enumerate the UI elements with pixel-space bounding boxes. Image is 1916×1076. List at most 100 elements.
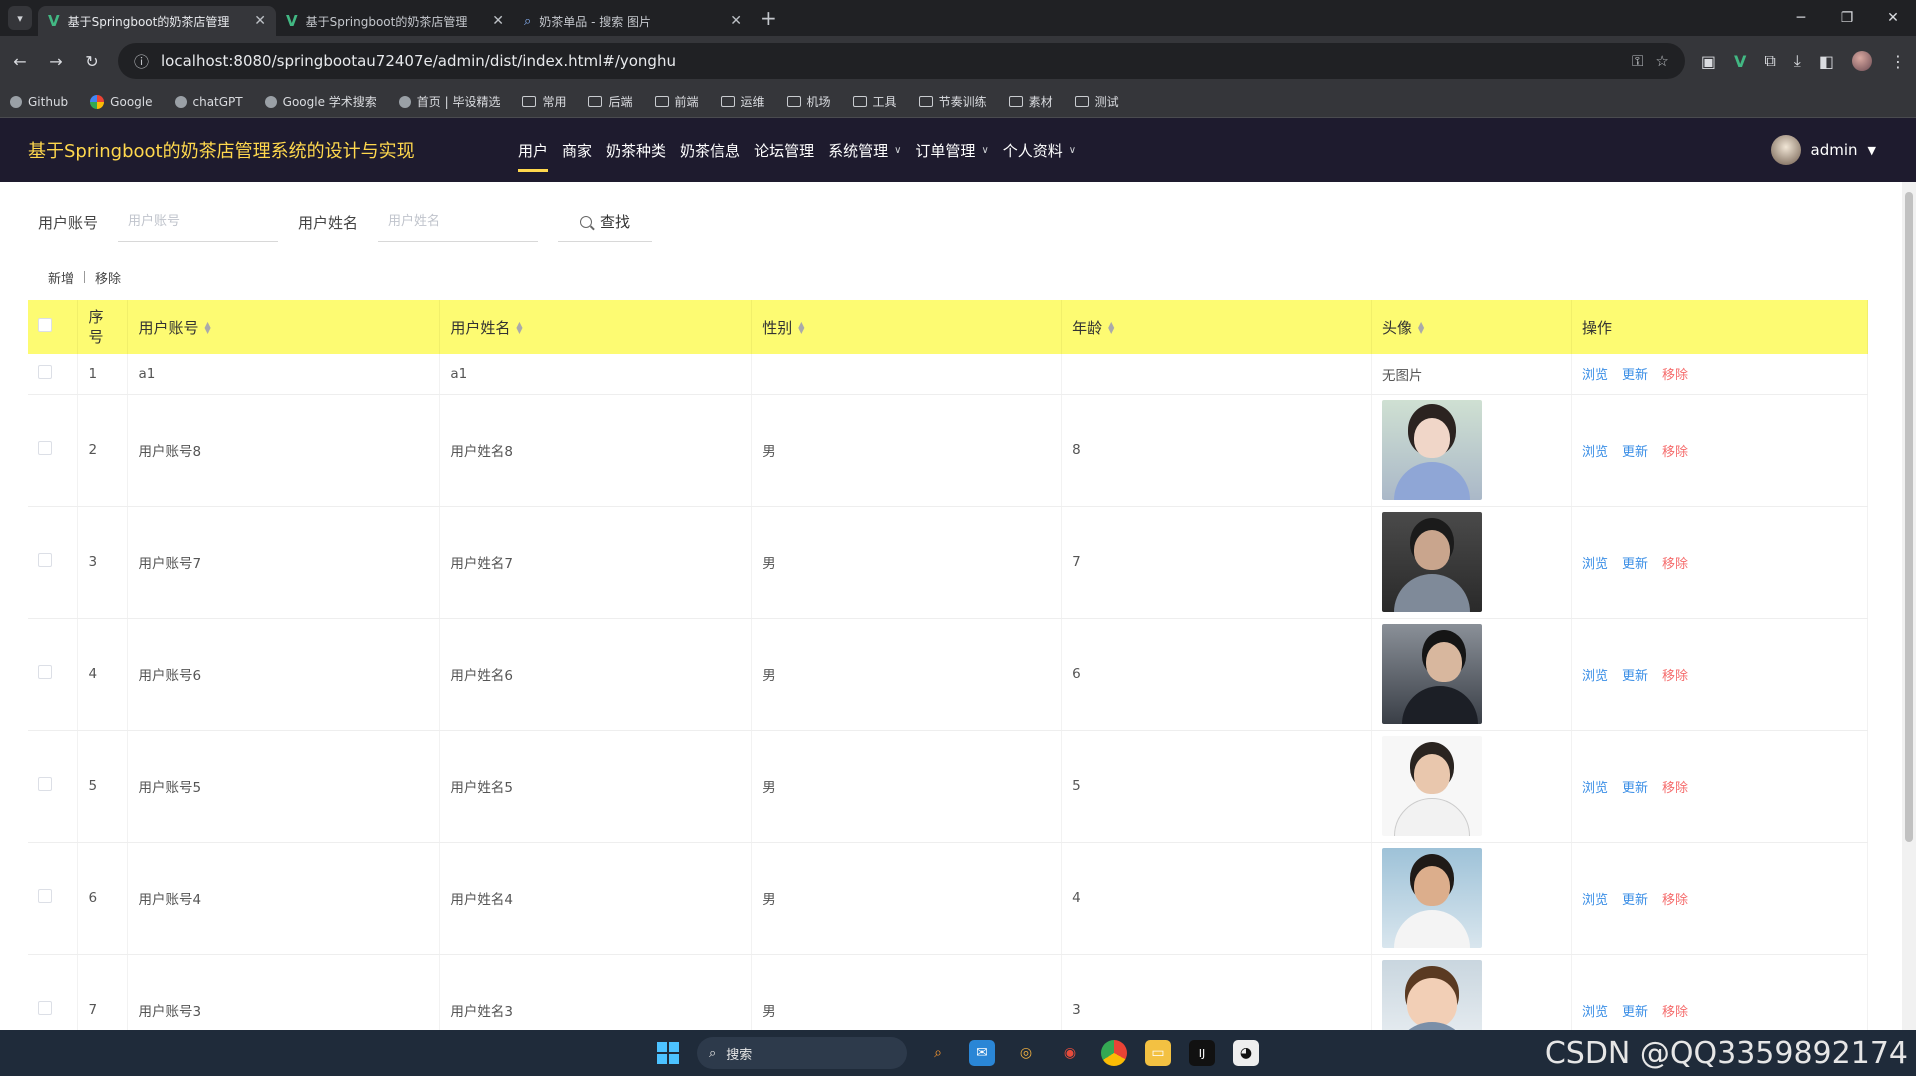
bookmark-folder[interactable]: 工具 (852, 93, 897, 110)
column-header-account[interactable]: 用户账号 ▲ ▼ (127, 300, 441, 354)
sort-icon[interactable]: ▲ ▼ (516, 321, 522, 335)
delete-button[interactable]: 移除 (1662, 557, 1688, 572)
jetbrains-icon[interactable]: IJ (1189, 1040, 1215, 1066)
view-button[interactable]: 浏览 (1582, 445, 1608, 460)
bookmark-folder[interactable]: 测试 (1074, 93, 1119, 110)
view-button[interactable]: 浏览 (1582, 893, 1608, 908)
row-checkbox[interactable] (38, 665, 52, 679)
bookmark-folder[interactable]: 运维 (720, 93, 765, 110)
nav-item-users[interactable]: 用户 (518, 118, 549, 182)
nav-item-forum[interactable]: 论坛管理 (754, 118, 814, 182)
extension-icon[interactable]: ▣ (1701, 52, 1716, 71)
taskbar-search[interactable]: ⌕ 搜索 (697, 1037, 907, 1069)
key-icon[interactable]: ⚿ (1632, 52, 1643, 70)
app-icon[interactable]: ◎ (1013, 1040, 1039, 1066)
row-checkbox[interactable] (38, 364, 52, 379)
star-icon[interactable]: ☆ (1655, 52, 1668, 70)
puzzle-icon[interactable]: ⧉ (1764, 51, 1775, 71)
bookmark-folder[interactable]: 前端 (654, 93, 699, 110)
sort-icon[interactable]: ▲ ▼ (798, 321, 804, 335)
bookmark-folder[interactable]: 机场 (786, 93, 831, 110)
sort-icon[interactable]: ▲ ▼ (1108, 321, 1114, 335)
name-search-input[interactable] (378, 202, 539, 242)
delete-button[interactable]: 移除 (1662, 893, 1688, 908)
bookmark-folder[interactable]: 后端 (588, 93, 633, 110)
file-explorer-icon[interactable]: ▭ (1145, 1040, 1171, 1066)
profile-avatar[interactable] (1852, 51, 1872, 71)
bookmark-folder[interactable]: 常用 (522, 93, 566, 110)
row-checkbox[interactable] (38, 553, 52, 567)
view-button[interactable]: 浏览 (1582, 557, 1608, 572)
update-button[interactable]: 更新 (1622, 445, 1648, 460)
qq-icon[interactable]: ◕ (1233, 1040, 1259, 1066)
restore-icon[interactable]: ❐ (1824, 0, 1870, 36)
update-button[interactable]: 更新 (1622, 893, 1648, 908)
reload-icon[interactable]: ↻ (82, 52, 102, 71)
row-checkbox[interactable] (38, 1001, 52, 1015)
search-button[interactable]: 查找 (558, 202, 653, 242)
row-checkbox[interactable] (38, 441, 52, 455)
bookmark-folder[interactable]: 节奏训练 (918, 93, 987, 110)
view-button[interactable]: 浏览 (1582, 669, 1608, 684)
bookmark-scholar[interactable]: Google 学术搜索 (264, 93, 377, 110)
close-window-icon[interactable]: ✕ (1870, 0, 1916, 36)
vue-devtools-icon[interactable]: V (1734, 52, 1746, 71)
close-tab-icon[interactable]: ✕ (492, 13, 504, 29)
bookmark-folder[interactable]: 素材 (1008, 93, 1053, 110)
avatar-image[interactable] (1382, 736, 1483, 836)
bookmark-github[interactable]: Github (10, 95, 68, 109)
column-header-avatar[interactable]: 头像 ▲ ▼ (1371, 300, 1572, 354)
back-icon[interactable]: ← (10, 52, 30, 71)
nav-item-profile[interactable]: 个人资料 ∨ (1003, 118, 1076, 182)
account-search-input[interactable] (118, 202, 279, 242)
url-text[interactable]: localhost:8080/springbootau72407e/admin/… (161, 52, 1620, 70)
add-button[interactable]: 新增 (48, 268, 74, 287)
bookmark-google[interactable]: Google (90, 94, 153, 109)
bulk-remove-button[interactable]: 移除 (95, 268, 121, 287)
avatar-image[interactable] (1382, 624, 1483, 724)
bookmark-home[interactable]: 首页 | 毕设精选 (398, 93, 500, 110)
row-checkbox[interactable] (38, 889, 52, 903)
nav-item-tea-types[interactable]: 奶茶种类 (606, 118, 666, 182)
omnibox[interactable]: ⓘ localhost:8080/springbootau72407e/admi… (118, 43, 1685, 79)
delete-button[interactable]: 移除 (1662, 669, 1688, 684)
new-tab-button[interactable]: + (760, 6, 777, 30)
chrome-icon[interactable] (1101, 1040, 1127, 1066)
avatar-image[interactable] (1382, 400, 1483, 500)
browser-tab-3[interactable]: ⌕ 奶茶单品 - 搜索 图片 ✕ (514, 6, 752, 36)
browser-tab-2[interactable]: V 基于Springboot的奶茶店管理 ✕ (276, 6, 514, 36)
download-icon[interactable]: ⤓ (1794, 51, 1801, 71)
user-menu[interactable]: admin ▼ (1770, 118, 1876, 182)
everything-search-icon[interactable]: ⌕ (925, 1040, 951, 1066)
forward-icon[interactable]: → (46, 52, 66, 71)
sidepanel-icon[interactable]: ◧ (1819, 52, 1834, 71)
sort-icon[interactable]: ▲ ▼ (204, 321, 210, 335)
more-icon[interactable]: ⋮ (1890, 52, 1906, 71)
nav-item-orders[interactable]: 订单管理 ∨ (915, 118, 988, 182)
bookmark-chatgpt[interactable]: chatGPT (174, 95, 243, 109)
site-info-icon[interactable]: ⓘ (134, 51, 149, 72)
update-button[interactable]: 更新 (1622, 1005, 1648, 1020)
page-scrollbar[interactable] (1902, 182, 1916, 1030)
column-header-gender[interactable]: 性别 ▲ ▼ (751, 300, 1063, 354)
scrollbar-thumb[interactable] (1905, 192, 1913, 842)
update-button[interactable]: 更新 (1622, 781, 1648, 796)
update-button[interactable]: 更新 (1622, 557, 1648, 572)
view-button[interactable]: 浏览 (1582, 781, 1608, 796)
avatar-image[interactable] (1382, 960, 1483, 1030)
update-button[interactable]: 更新 (1622, 669, 1648, 684)
app-icon[interactable]: ◉ (1057, 1040, 1083, 1066)
delete-button[interactable]: 移除 (1662, 445, 1688, 460)
windows-start-icon[interactable] (657, 1042, 679, 1064)
tab-search-menu-button[interactable]: ▾ (8, 6, 32, 30)
view-button[interactable]: 浏览 (1582, 368, 1608, 383)
delete-button[interactable]: 移除 (1662, 1005, 1688, 1020)
close-tab-icon[interactable]: ✕ (730, 13, 742, 29)
sort-icon[interactable]: ▲ ▼ (1418, 321, 1424, 335)
column-header-name[interactable]: 用户姓名 ▲ ▼ (439, 300, 753, 354)
avatar-image[interactable] (1382, 848, 1483, 948)
nav-item-tea-info[interactable]: 奶茶信息 (680, 118, 740, 182)
row-checkbox[interactable] (38, 777, 52, 791)
close-tab-icon[interactable]: ✕ (254, 13, 266, 29)
browser-tab-1[interactable]: V 基于Springboot的奶茶店管理 ✕ (38, 6, 276, 36)
